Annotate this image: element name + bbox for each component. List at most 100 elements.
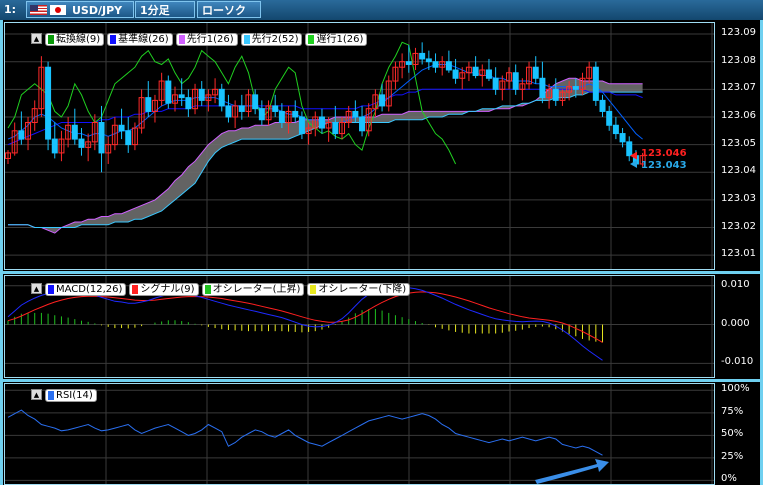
macd-legend: ▲ MACD(12,26) シグナル(9) オシレーター(上昇) オシレーター(… bbox=[31, 283, 411, 296]
candle-body bbox=[432, 61, 439, 68]
osc-up-swatch-icon bbox=[204, 285, 211, 294]
candle-body bbox=[78, 138, 85, 148]
candle-body bbox=[118, 124, 125, 132]
chart-frame: ▲ 転換線(9) 基準線(26) 先行1(26) 先行2(52) 遅行1(26)… bbox=[0, 20, 763, 485]
ask-price-tag: 123.046 bbox=[641, 147, 687, 159]
price-chart bbox=[5, 23, 714, 269]
legend-kijun[interactable]: 基準線(26) bbox=[107, 33, 173, 46]
candle-body bbox=[165, 80, 172, 104]
price-tick-label: 123.05 bbox=[721, 137, 756, 149]
candle-body bbox=[145, 97, 152, 112]
collapse-macd-button[interactable]: ▲ bbox=[31, 283, 42, 294]
candle-body bbox=[606, 110, 613, 126]
legend-senkou2[interactable]: 先行2(52) bbox=[240, 33, 303, 46]
macd-swatch-icon bbox=[48, 285, 54, 294]
macd-panel[interactable]: ▲ MACD(12,26) シグナル(9) オシレーター(上昇) オシレーター(… bbox=[4, 275, 715, 378]
current-price-tag: 123.043 bbox=[641, 159, 687, 171]
price-tick-label: 123.08 bbox=[721, 54, 756, 66]
candle-body bbox=[532, 66, 539, 79]
candle-body bbox=[612, 124, 619, 135]
rsi-tick-label: 25% bbox=[721, 450, 744, 462]
ichimoku-cloud bbox=[8, 78, 643, 234]
candle-body bbox=[445, 61, 452, 71]
osc-down-swatch-icon bbox=[310, 285, 317, 294]
timeframe-selector[interactable]: 1分足 bbox=[135, 1, 195, 18]
rsi-line bbox=[7, 409, 603, 456]
rsi-panel[interactable]: ▲ RSI(14) bbox=[4, 383, 715, 485]
rsi-tick-label: 50% bbox=[721, 428, 744, 440]
rsi-tick-label: 0% bbox=[721, 473, 737, 485]
candle-body bbox=[225, 105, 232, 118]
candle-body bbox=[626, 141, 633, 157]
macd-tick-label: 0.000 bbox=[721, 317, 750, 329]
senkou2-swatch-icon bbox=[243, 35, 250, 44]
price-tick-label: 123.01 bbox=[721, 248, 756, 260]
rsi-tick-label: 75% bbox=[721, 405, 744, 417]
candle-body bbox=[492, 77, 499, 90]
rsi-chart bbox=[5, 384, 714, 484]
candle-body bbox=[539, 77, 546, 99]
candle-body bbox=[71, 124, 78, 140]
candle-body bbox=[352, 110, 359, 118]
currency-pair-selector[interactable]: USD/JPY bbox=[26, 1, 134, 18]
candle-body bbox=[185, 97, 192, 110]
jp-flag-icon bbox=[50, 5, 66, 15]
candle-body bbox=[332, 122, 339, 135]
collapse-rsi-button[interactable]: ▲ bbox=[31, 389, 42, 400]
candle-body bbox=[45, 66, 52, 140]
candle-body bbox=[238, 105, 245, 112]
price-legend: ▲ 転換線(9) 基準線(26) 先行1(26) 先行2(52) 遅行1(26) bbox=[31, 33, 368, 46]
candle-body bbox=[572, 86, 579, 90]
price-tick-label: 123.04 bbox=[721, 165, 756, 177]
candle-body bbox=[178, 94, 185, 99]
rsi-swatch-icon bbox=[48, 391, 54, 400]
candle-body bbox=[359, 116, 366, 132]
candle-body bbox=[198, 88, 205, 101]
tenkan-swatch-icon bbox=[48, 35, 54, 44]
candle-body bbox=[619, 133, 626, 143]
candle-body bbox=[318, 116, 325, 129]
signal-line bbox=[7, 291, 603, 343]
candle-body bbox=[51, 138, 58, 154]
candle-body bbox=[252, 94, 259, 110]
price-panel[interactable]: ▲ 転換線(9) 基準線(26) 先行1(26) 先行2(52) 遅行1(26) bbox=[4, 22, 715, 270]
candle-body bbox=[258, 108, 265, 121]
candle-body bbox=[18, 130, 25, 140]
price-tick-label: 123.07 bbox=[721, 82, 756, 94]
collapse-price-button[interactable]: ▲ bbox=[31, 33, 42, 44]
legend-macd[interactable]: MACD(12,26) bbox=[45, 283, 127, 296]
price-tick-label: 123.03 bbox=[721, 192, 756, 204]
kijun-swatch-icon bbox=[110, 35, 117, 44]
currency-pair-label: USD/JPY bbox=[72, 4, 123, 17]
candle-body bbox=[292, 110, 299, 118]
candle-body bbox=[419, 52, 426, 60]
candle-body bbox=[599, 99, 606, 112]
senkou1-line bbox=[8, 77, 643, 234]
candle-body bbox=[379, 94, 386, 107]
legend-signal[interactable]: シグナル(9) bbox=[129, 283, 199, 296]
chart-style-selector[interactable]: ローソク bbox=[197, 1, 261, 18]
legend-senkou1[interactable]: 先行1(26) bbox=[175, 33, 238, 46]
candle-body bbox=[425, 58, 432, 63]
candle-body bbox=[592, 66, 599, 101]
price-tick-label: 123.02 bbox=[721, 220, 756, 232]
candle-body bbox=[472, 66, 479, 77]
rsi-legend: ▲ RSI(14) bbox=[31, 389, 97, 402]
macd-tick-label: -0.010 bbox=[721, 356, 754, 368]
rsi-tick-label: 100% bbox=[721, 383, 750, 395]
candle-body bbox=[452, 69, 459, 79]
candle-body bbox=[278, 110, 285, 124]
legend-tenkan[interactable]: 転換線(9) bbox=[45, 33, 105, 46]
chikou-swatch-icon bbox=[308, 35, 315, 44]
macd-tick-label: 0.010 bbox=[721, 278, 750, 290]
legend-osc-up[interactable]: オシレーター(上昇) bbox=[201, 283, 305, 296]
legend-chikou[interactable]: 遅行1(26) bbox=[305, 33, 368, 46]
candle-body bbox=[218, 88, 225, 107]
legend-osc-down[interactable]: オシレーター(下降) bbox=[307, 283, 411, 296]
candle-body bbox=[552, 88, 559, 101]
candle-body bbox=[512, 72, 519, 90]
chart-number: 1: bbox=[4, 3, 17, 16]
legend-rsi[interactable]: RSI(14) bbox=[45, 389, 97, 402]
us-flag-icon bbox=[30, 5, 47, 15]
macd-line bbox=[7, 286, 603, 361]
